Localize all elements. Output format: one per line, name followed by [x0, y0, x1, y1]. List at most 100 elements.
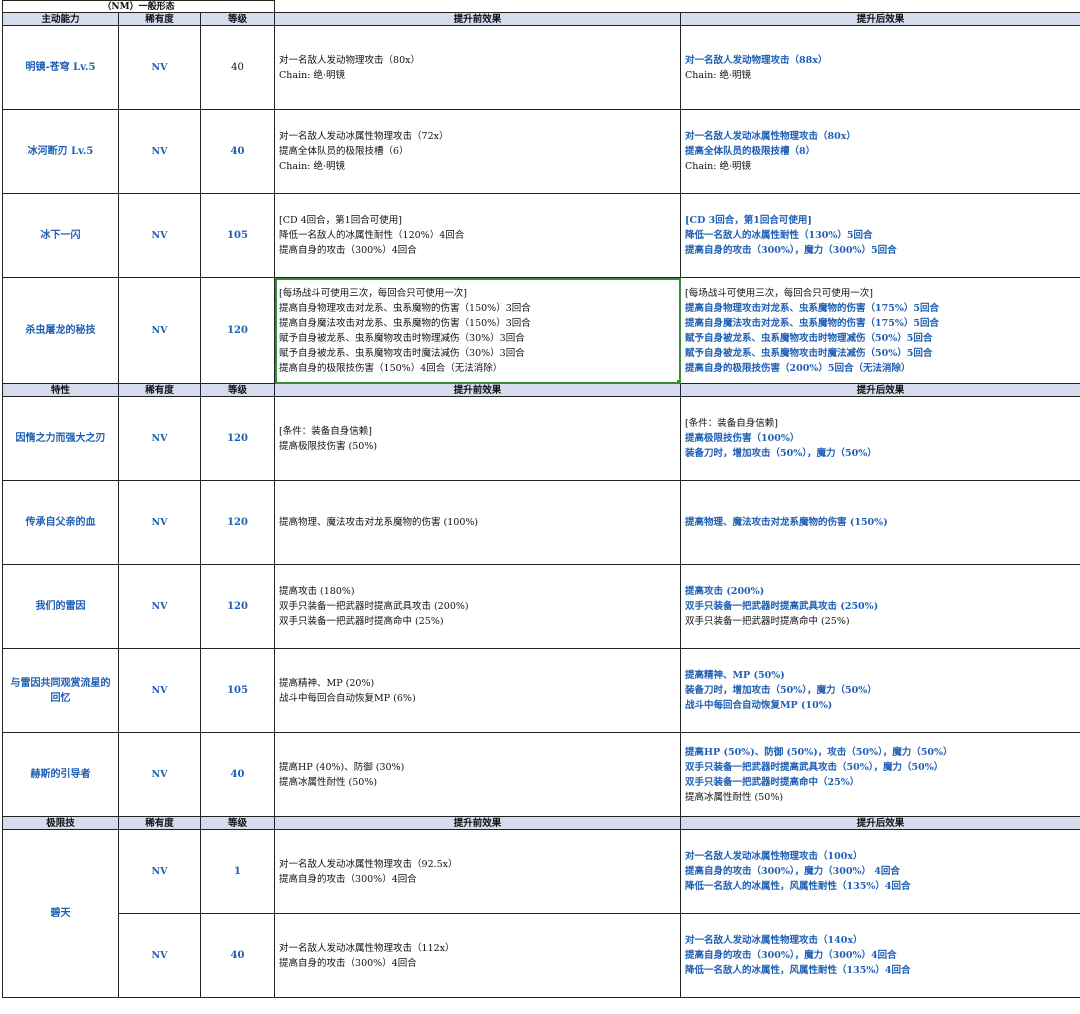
- rarity-cell: NV: [118, 913, 201, 998]
- effect-line: 双手只装备一把武器时提高武具攻击 (250%): [685, 601, 879, 612]
- effect-after-cell[interactable]: [条件：装备自身信赖] 提高极限技伤害（100%） 装备刀时，增加攻击（50%），魔…: [680, 396, 1080, 481]
- rarity-cell: NV: [118, 396, 201, 481]
- rarity-cell: NV: [118, 480, 201, 565]
- skill-name[interactable]: 明镜-苍穹 Lv.5: [2, 25, 119, 110]
- effect-line: 提高精神、MP (50%): [685, 670, 785, 681]
- column-header: 提升后效果: [680, 12, 1080, 26]
- table-row: 传承自父亲的血 NV 120 提高物理、魔法攻击对龙系魔物的伤害 (100%) 提高物理…: [2, 480, 1080, 565]
- skill-name[interactable]: 赫斯的引导者: [2, 732, 119, 817]
- effect-line: 对一名敌人发动冰属性物理攻击（80x）: [685, 131, 856, 142]
- table-row: 因惰之力而强大之刃 NV 120 [条件：装备自身信赖] 提高极限技伤害 (50%) [条…: [2, 396, 1080, 481]
- table-row: 与雷因共同观赏流星的回忆 NV 105 提高精神、MP (20%) 战斗中每回合自动恢复…: [2, 648, 1080, 733]
- effect-line: 对一名敌人发动冰属性物理攻击（92.5x）: [279, 858, 458, 870]
- selection-fill-handle[interactable]: [677, 380, 680, 383]
- effect-line: [CD 4回合，第1回合可使用]: [279, 215, 402, 226]
- effect-after-cell[interactable]: 提高精神、MP (50%) 装备刀时，增加攻击（50%），魔力（50%） 战斗中每回…: [680, 648, 1080, 733]
- effect-before-cell[interactable]: 提高攻击 (180%) 双手只装备一把武器时提高武具攻击 (200%) 双手只装备一…: [274, 564, 682, 649]
- column-header: 等级: [199, 12, 276, 26]
- effect-before-cell[interactable]: 对一名敌人发动冰属性物理攻击（72x） 提高全体队员的极限技槽（6） Chain: …: [274, 109, 682, 194]
- effect-line: 提高极限技伤害（100%）: [685, 433, 800, 444]
- effect-after-cell[interactable]: 提高HP (50%)、防御 (50%)，攻击（50%），魔力（50%） 双手只装备…: [680, 732, 1080, 817]
- effect-line: 赋予自身被龙系、虫系魔物攻击时魔法减伤（50%）5回合: [685, 347, 933, 359]
- effect-line: 装备刀时，增加攻击（50%），魔力（50%）: [685, 448, 877, 459]
- effect-line: 提高自身的攻击（300%），魔力（300%） 4回合: [685, 866, 900, 877]
- effect-line: [条件：装备自身信赖]: [685, 418, 778, 429]
- effect-line: 提高极限技伤害 (50%): [279, 440, 378, 452]
- skill-name[interactable]: 冰河断刃 Lv.5: [2, 109, 119, 194]
- effect-line: Chain: 绝·明镜: [685, 161, 751, 172]
- effect-before-cell[interactable]: 对一名敌人发动冰属性物理攻击（112x） 提高自身的攻击（300%）4回合: [274, 913, 682, 998]
- effect-after-cell[interactable]: [每场战斗可使用三次，每回合只可使用一次] 提高自身物理攻击对龙系、虫系魔物的伤害…: [680, 277, 1080, 384]
- effect-after-cell[interactable]: 提高攻击 (200%) 双手只装备一把武器时提高武具攻击 (250%) 双手只装备一…: [680, 564, 1080, 649]
- effect-line: 提高物理、魔法攻击对龙系魔物的伤害 (150%): [685, 517, 888, 528]
- effect-after-cell[interactable]: 对一名敌人发动冰属性物理攻击（140x） 提高自身的攻击（300%），魔力（300…: [680, 913, 1080, 998]
- skill-name[interactable]: 传承自父亲的血: [2, 480, 119, 565]
- rarity-cell: NV: [118, 648, 201, 733]
- effect-line: 赋予自身被龙系、虫系魔物攻击时物理减伤（50%）5回合: [685, 332, 933, 344]
- effect-line: 提高冰属性耐性 (50%): [685, 791, 784, 803]
- level-cell: 40: [199, 913, 276, 998]
- effect-line: 提高自身的攻击（300%）4回合: [279, 873, 417, 885]
- rarity-cell: NV: [118, 732, 201, 817]
- effect-after-cell[interactable]: [CD 3回合，第1回合可使用] 降低一名敌人的冰属性耐性（130%）5回合 提高自…: [680, 193, 1080, 278]
- sheet-title: （NM）一般形态: [1, 0, 276, 13]
- effect-line: 赋予自身被龙系、虫系魔物攻击时魔法减伤（30%）3回合: [279, 347, 525, 359]
- effect-line: 对一名敌人发动冰属性物理攻击（112x）: [279, 942, 455, 954]
- effect-line: 降低一名敌人的冰属性耐性（130%）5回合: [685, 230, 873, 241]
- column-header: 提升前效果: [274, 383, 682, 397]
- effect-before-cell[interactable]: [CD 4回合，第1回合可使用] 降低一名敌人的冰属性耐性（120%）4回合 提高自…: [274, 193, 682, 278]
- effect-after-cell[interactable]: 对一名敌人发动物理攻击（88x） Chain: 绝·明镜: [680, 25, 1080, 110]
- effect-line: 双手只装备一把武器时提高命中 (25%): [685, 616, 850, 627]
- skill-name[interactable]: 杀虫屠龙的秘技: [2, 277, 119, 384]
- column-header: 提升后效果: [680, 816, 1080, 830]
- effect-line: 降低一名敌人的冰属性耐性（120%）4回合: [279, 230, 465, 241]
- effect-after-cell[interactable]: 对一名敌人发动冰属性物理攻击（80x） 提高全体队员的极限技槽（8） Chain: …: [680, 109, 1080, 194]
- table-row: 冰下一闪 NV 105 [CD 4回合，第1回合可使用] 降低一名敌人的冰属性耐性（12…: [2, 193, 1080, 278]
- level-cell: 105: [199, 648, 276, 733]
- effect-line: 赋予自身被龙系、虫系魔物攻击时物理减伤（30%）3回合: [279, 332, 525, 344]
- rarity-cell: NV: [118, 564, 201, 649]
- effect-before-cell[interactable]: 对一名敌人发动物理攻击（80x） Chain: 绝·明镜: [274, 25, 682, 110]
- effect-line: 提高物理、魔法攻击对龙系魔物的伤害 (100%): [279, 517, 479, 528]
- effect-line: 战斗中每回合自动恢复MP (10%): [685, 700, 833, 711]
- effect-line: 提高自身魔法攻击对龙系、虫系魔物的伤害（150%）3回合: [279, 317, 531, 329]
- level-cell: 120: [199, 480, 276, 565]
- column-header: 特性: [2, 383, 119, 397]
- column-header: 稀有度: [118, 12, 201, 26]
- column-header: 稀有度: [118, 816, 201, 830]
- table-row: NV 40 对一名敌人发动冰属性物理攻击（112x） 提高自身的攻击（300%）4回合…: [3, 913, 1080, 998]
- column-header: 提升前效果: [274, 816, 682, 830]
- effect-line: 提高攻击 (180%): [279, 586, 355, 597]
- effect-line: 提高HP (40%)、防御 (30%): [279, 761, 405, 773]
- skill-name[interactable]: 我们的雷因: [2, 564, 119, 649]
- table-row: 冰河断刃 Lv.5 NV 40 对一名敌人发动冰属性物理攻击（72x） 提高全体队员的极…: [2, 109, 1080, 194]
- skill-name[interactable]: 与雷因共同观赏流星的回忆: [2, 648, 119, 733]
- level-cell: 40: [199, 25, 276, 110]
- effect-line: 提高自身物理攻击对龙系、虫系魔物的伤害（175%）5回合: [685, 302, 939, 314]
- effect-before-cell[interactable]: 提高精神、MP (20%) 战斗中每回合自动恢复MP (6%): [274, 648, 682, 733]
- table-row: 赫斯的引导者 NV 40 提高HP (40%)、防御 (30%) 提高冰属性耐性 (50…: [2, 732, 1080, 817]
- effect-line: 双手只装备一把武器时提高武具攻击（50%），魔力（50%）: [685, 761, 944, 773]
- column-header: 极限技: [2, 816, 119, 830]
- rarity-cell: NV: [118, 25, 201, 110]
- effect-before-cell[interactable]: [条件：装备自身信赖] 提高极限技伤害 (50%): [274, 396, 682, 481]
- effect-line: 提高自身的攻击（300%），魔力（300%）5回合: [685, 245, 897, 256]
- effect-line: 提高HP (50%)、防御 (50%)，攻击（50%），魔力（50%）: [685, 746, 953, 758]
- effect-before-cell[interactable]: 提高物理、魔法攻击对龙系魔物的伤害 (100%): [274, 480, 682, 565]
- skill-name[interactable]: 碧天: [2, 829, 119, 998]
- effect-before-cell[interactable]: 提高HP (40%)、防御 (30%) 提高冰属性耐性 (50%): [274, 732, 682, 817]
- effect-line: 对一名敌人发动冰属性物理攻击（140x）: [685, 935, 863, 946]
- rarity-cell: NV: [118, 193, 201, 278]
- skill-name[interactable]: 因惰之力而强大之刃: [2, 396, 119, 481]
- effect-before-cell[interactable]: 对一名敌人发动冰属性物理攻击（92.5x） 提高自身的攻击（300%）4回合: [274, 829, 682, 914]
- selected-cell[interactable]: [每场战斗可使用三次，每回合只可使用一次] 提高自身物理攻击对龙系、虫系魔物的伤害…: [274, 277, 682, 384]
- effect-after-cell[interactable]: 提高物理、魔法攻击对龙系魔物的伤害 (150%): [680, 480, 1080, 565]
- table-row: 明镜-苍穹 Lv.5 NV 40 对一名敌人发动物理攻击（80x） Chain: 绝·明…: [2, 25, 1080, 110]
- table-row: 杀虫屠龙的秘技 NV 120 [每场战斗可使用三次，每回合只可使用一次] 提高自身物理攻…: [2, 277, 1080, 384]
- effect-after-cell[interactable]: 对一名敌人发动冰属性物理攻击（100x） 提高自身的攻击（300%），魔力（300…: [680, 829, 1080, 914]
- skill-name[interactable]: 冰下一闪: [2, 193, 119, 278]
- level-cell: 40: [199, 732, 276, 817]
- effect-line: 提高全体队员的极限技槽（6）: [279, 146, 409, 157]
- effect-line: 提高自身物理攻击对龙系、虫系魔物的伤害（150%）3回合: [279, 302, 531, 314]
- table-row: 我们的雷因 NV 120 提高攻击 (180%) 双手只装备一把武器时提高武具攻击 (2…: [2, 564, 1080, 649]
